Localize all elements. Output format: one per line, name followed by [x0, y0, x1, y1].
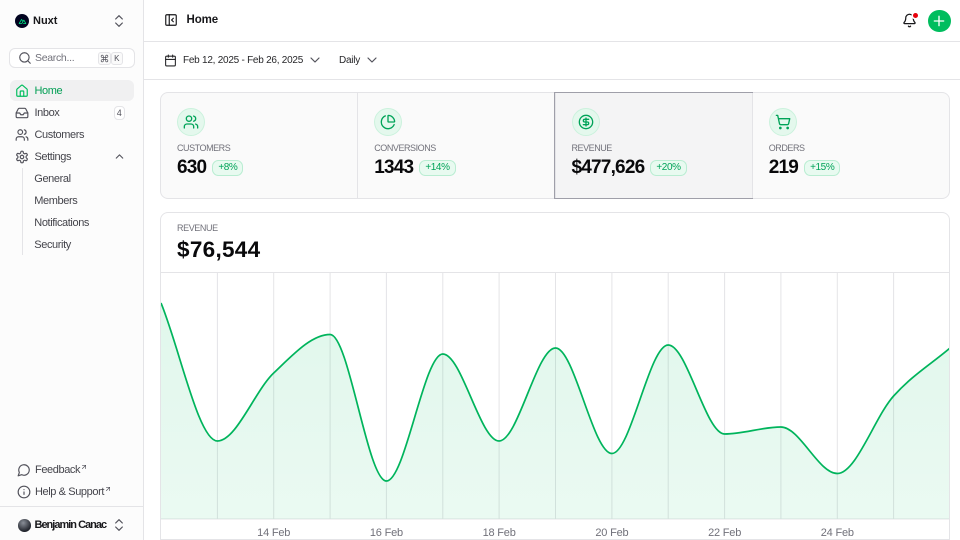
svg-text:22 Feb: 22 Feb — [708, 527, 741, 539]
svg-text:16 Feb: 16 Feb — [370, 527, 403, 539]
svg-text:24 Feb: 24 Feb — [821, 527, 854, 539]
svg-text:18 Feb: 18 Feb — [483, 527, 516, 539]
svg-text:14 Feb: 14 Feb — [257, 527, 290, 539]
svg-text:20 Feb: 20 Feb — [595, 527, 628, 539]
